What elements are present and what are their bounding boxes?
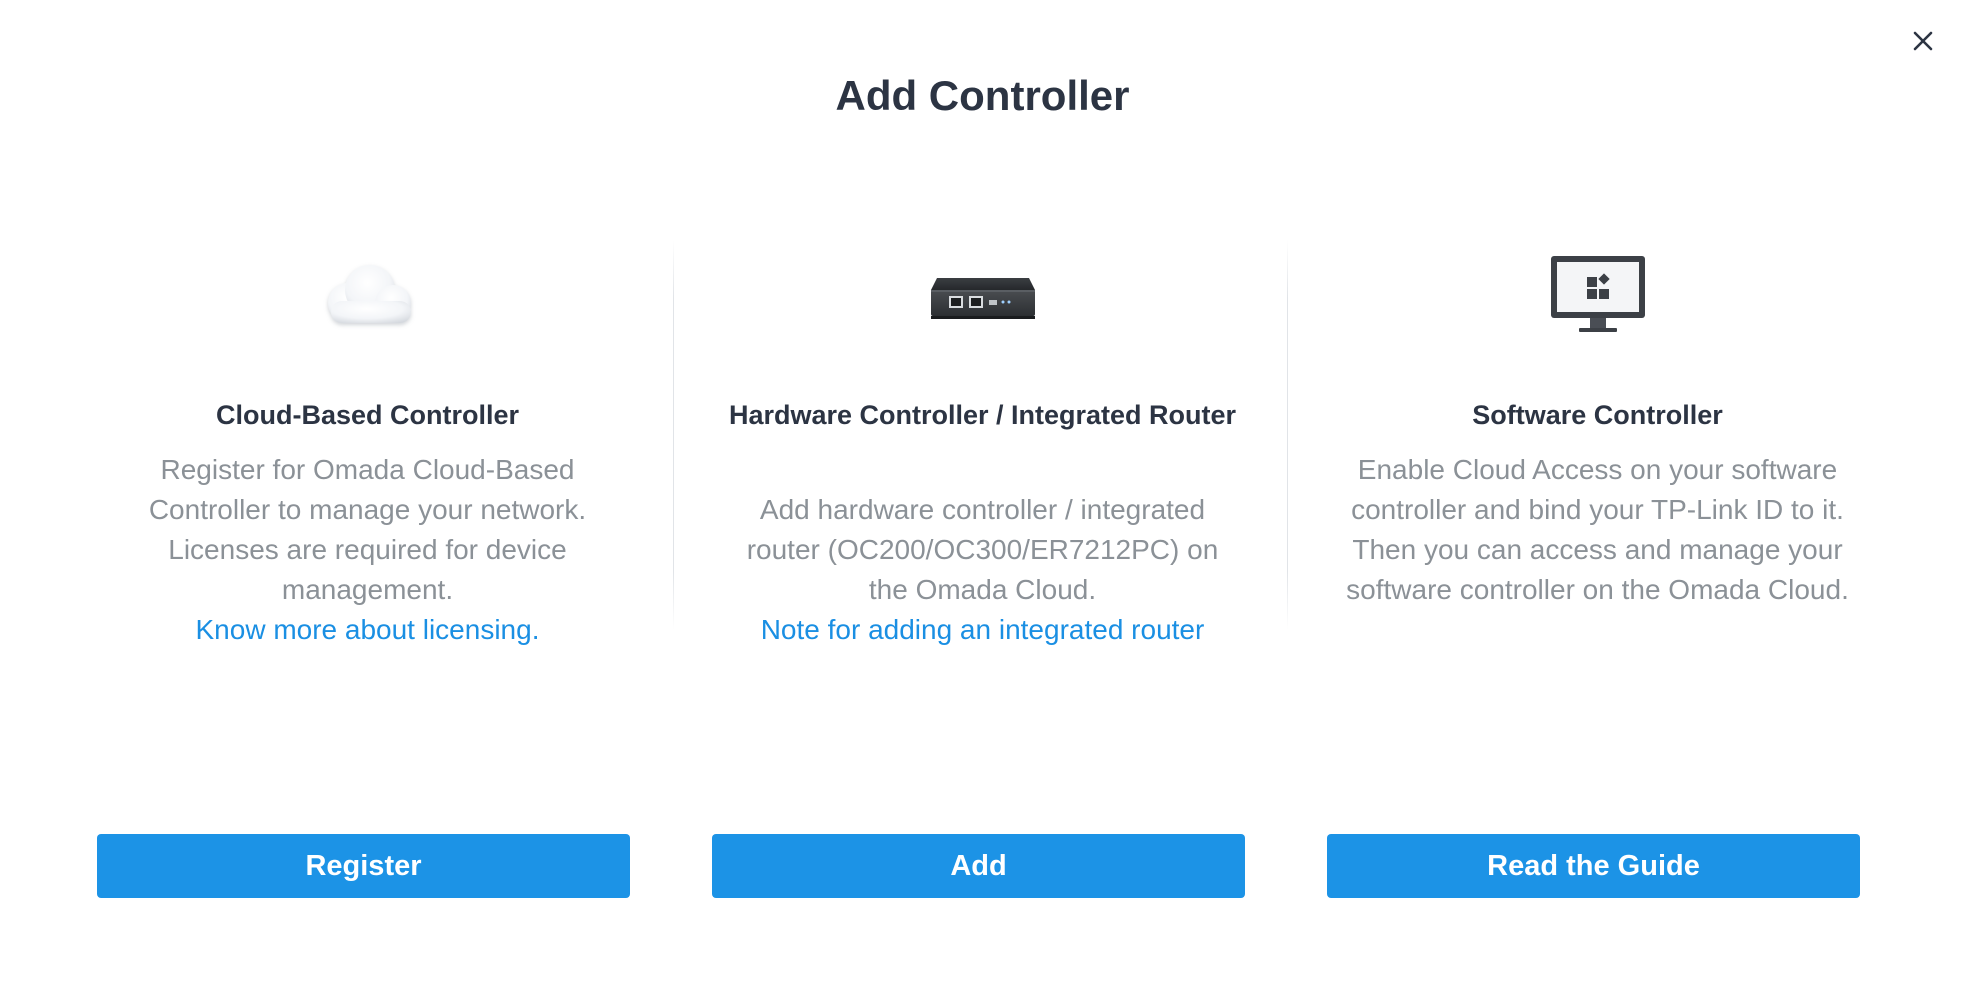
card-description: Add hardware controller / integrated rou… xyxy=(746,494,1219,605)
column-divider xyxy=(673,240,674,630)
card-title: Software Controller xyxy=(1472,400,1723,430)
monitor-icon xyxy=(1550,256,1645,332)
hardware-controller-icon xyxy=(930,278,1035,319)
hardware-controller-card: Hardware Controller / Integrated Router … xyxy=(705,240,1260,700)
card-description: Register for Omada Cloud-Based Controlle… xyxy=(148,454,587,605)
close-button[interactable] xyxy=(1905,23,1941,59)
read-guide-button[interactable]: Read the Guide xyxy=(1327,834,1860,898)
cloud-icon xyxy=(327,265,411,323)
close-icon xyxy=(1913,31,1933,51)
licensing-link[interactable]: Know more about licensing. xyxy=(110,610,625,650)
card-description: Enable Cloud Access on your software con… xyxy=(1346,454,1849,605)
dialog-title: Add Controller xyxy=(835,72,1130,119)
add-button[interactable]: Add xyxy=(712,834,1245,898)
card-title: Cloud-Based Controller xyxy=(215,400,519,430)
card-title: Hardware Controller / Integrated Router xyxy=(728,400,1237,430)
integrated-router-note-link[interactable]: Note for adding an integrated router xyxy=(725,610,1240,650)
cloud-controller-card: Cloud-Based Controller Register for Omad… xyxy=(90,240,645,700)
software-controller-card: Software Controller Enable Cloud Access … xyxy=(1320,240,1875,700)
register-button[interactable]: Register xyxy=(97,834,630,898)
column-divider xyxy=(1287,240,1288,630)
